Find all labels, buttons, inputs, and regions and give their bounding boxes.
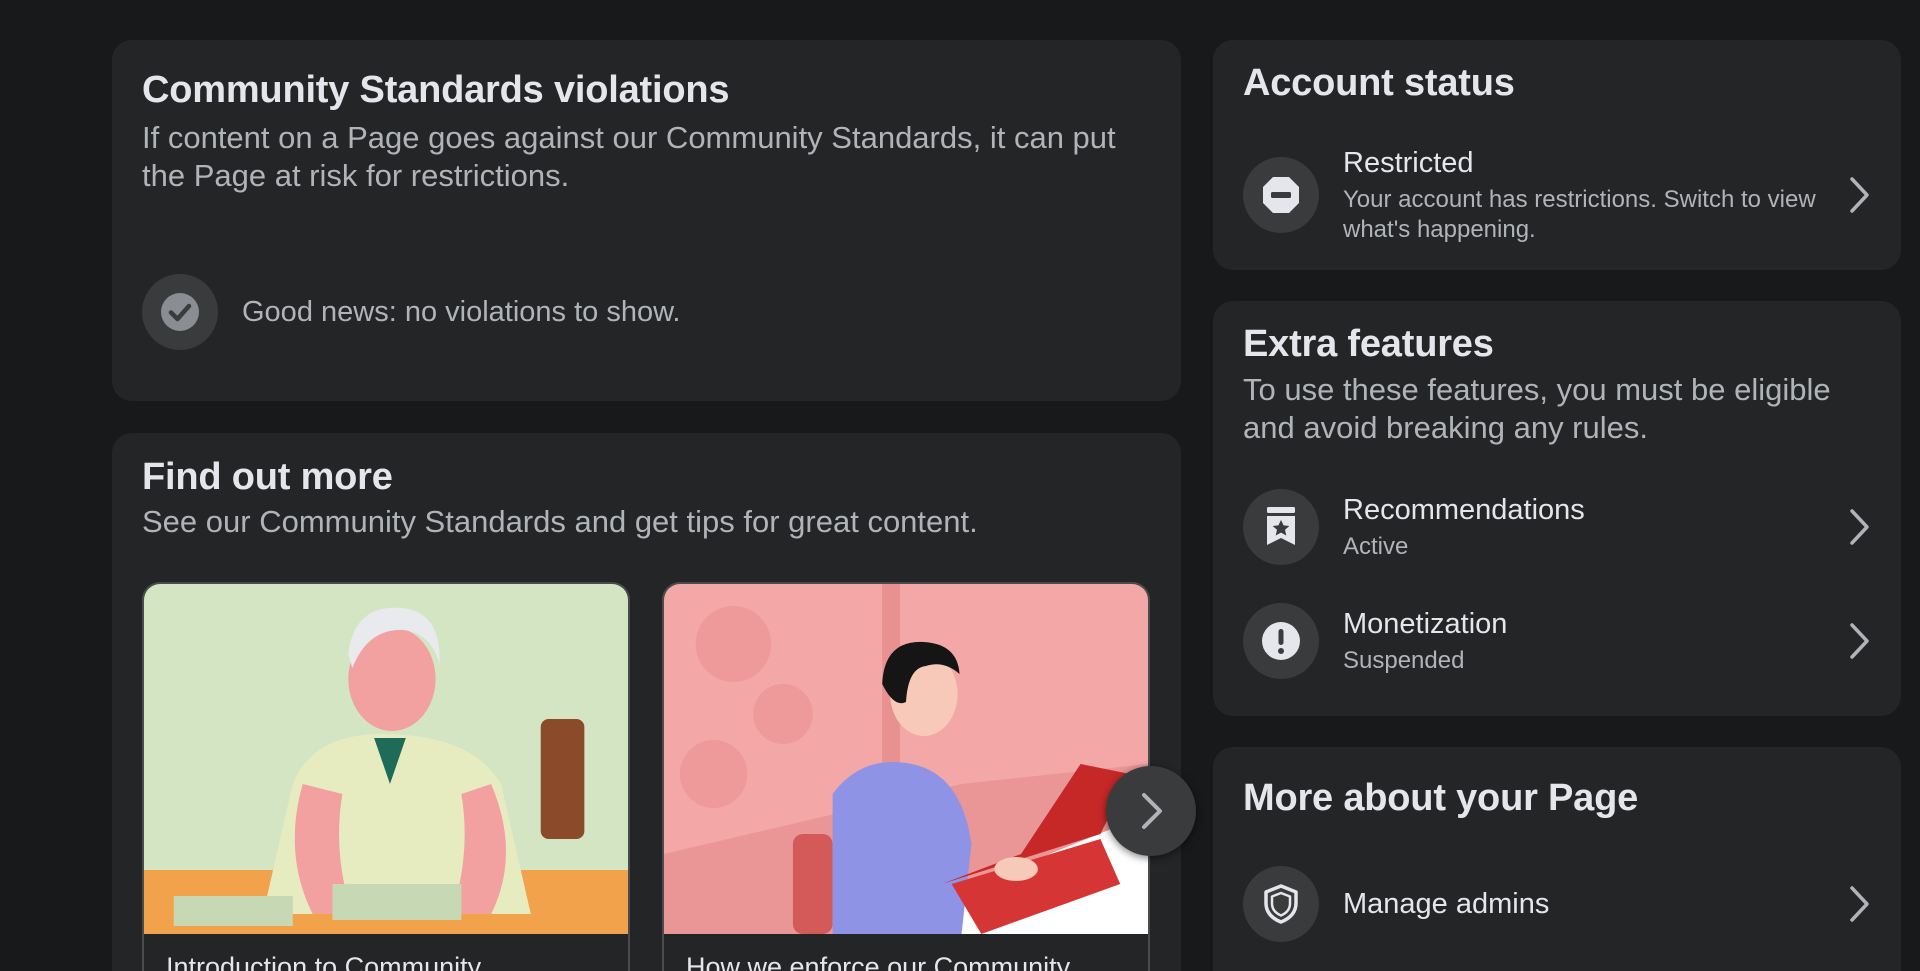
violations-status-text: Good news: no violations to show. xyxy=(242,295,681,328)
feature-row-recommendations[interactable]: Recommendations Active xyxy=(1243,487,1871,567)
monetization-text: Monetization Suspended xyxy=(1343,606,1831,676)
article-caption: Introduction to Community xyxy=(166,952,482,971)
recommendations-badge xyxy=(1243,489,1319,565)
violations-status-row: Good news: no violations to show. xyxy=(142,274,680,350)
star-ribbon-icon xyxy=(1267,507,1295,545)
recommendations-label: Recommendations xyxy=(1343,494,1585,526)
article-card-enforcement[interactable]: How we enforce our Community xyxy=(662,582,1150,971)
no-entry-icon xyxy=(1263,177,1299,213)
violations-description: If content on a Page goes against our Co… xyxy=(142,120,1116,193)
restricted-badge xyxy=(1243,157,1319,233)
recommendations-text: Recommendations Active xyxy=(1343,492,1831,562)
check-circle-icon xyxy=(161,293,199,331)
account-status-label: Restricted xyxy=(1343,147,1474,179)
recommendations-status: Active xyxy=(1343,533,1409,560)
chevron-right-icon xyxy=(1831,879,1871,929)
article-caption: How we enforce our Community xyxy=(686,952,1071,971)
account-status-text: Restricted Your account has restrictions… xyxy=(1343,145,1831,245)
manage-admins-badge xyxy=(1243,866,1319,942)
monetization-badge xyxy=(1243,603,1319,679)
account-status-card: Account status Restricted Your account h… xyxy=(1213,40,1901,270)
feature-row-monetization[interactable]: Monetization Suspended xyxy=(1243,601,1871,681)
account-status-restricted-row[interactable]: Restricted Your account has restrictions… xyxy=(1243,140,1871,250)
violations-card: Community Standards violations If conten… xyxy=(112,40,1181,401)
chevron-right-icon xyxy=(1142,793,1162,829)
more-about-page-title: More about your Page xyxy=(1243,777,1639,819)
extra-features-card: Extra features To use these features, yo… xyxy=(1213,301,1901,716)
find-out-more-description: See our Community Standards and get tips… xyxy=(142,504,978,539)
article-illustration-image xyxy=(144,584,628,934)
manage-admins-text: Manage admins xyxy=(1343,886,1831,922)
page: Community Standards violations If conten… xyxy=(0,0,1920,971)
alert-icon xyxy=(1262,622,1300,660)
chevron-right-icon xyxy=(1831,502,1871,552)
article-card-intro[interactable]: Introduction to Community xyxy=(142,582,630,971)
manage-admins-label: Manage admins xyxy=(1343,888,1550,920)
find-out-more-title: Find out more xyxy=(142,456,393,498)
account-status-description: Your account has restrictions. Switch to… xyxy=(1343,186,1816,243)
violations-title: Community Standards violations xyxy=(142,69,730,111)
monetization-status: Suspended xyxy=(1343,647,1465,674)
extra-features-description: To use these features, you must be eligi… xyxy=(1243,372,1831,445)
check-badge xyxy=(142,274,218,350)
monetization-label: Monetization xyxy=(1343,608,1508,640)
manage-admins-row[interactable]: Manage admins xyxy=(1243,864,1871,944)
carousel-next-button[interactable] xyxy=(1106,766,1196,856)
account-status-title: Account status xyxy=(1243,62,1515,104)
more-about-page-card: More about your Page Manage admins xyxy=(1213,747,1901,971)
chevron-right-icon xyxy=(1831,616,1871,666)
chevron-right-icon xyxy=(1831,170,1871,220)
article-illustration-image xyxy=(664,584,1148,934)
shield-icon xyxy=(1264,884,1298,924)
extra-features-title: Extra features xyxy=(1243,323,1494,365)
